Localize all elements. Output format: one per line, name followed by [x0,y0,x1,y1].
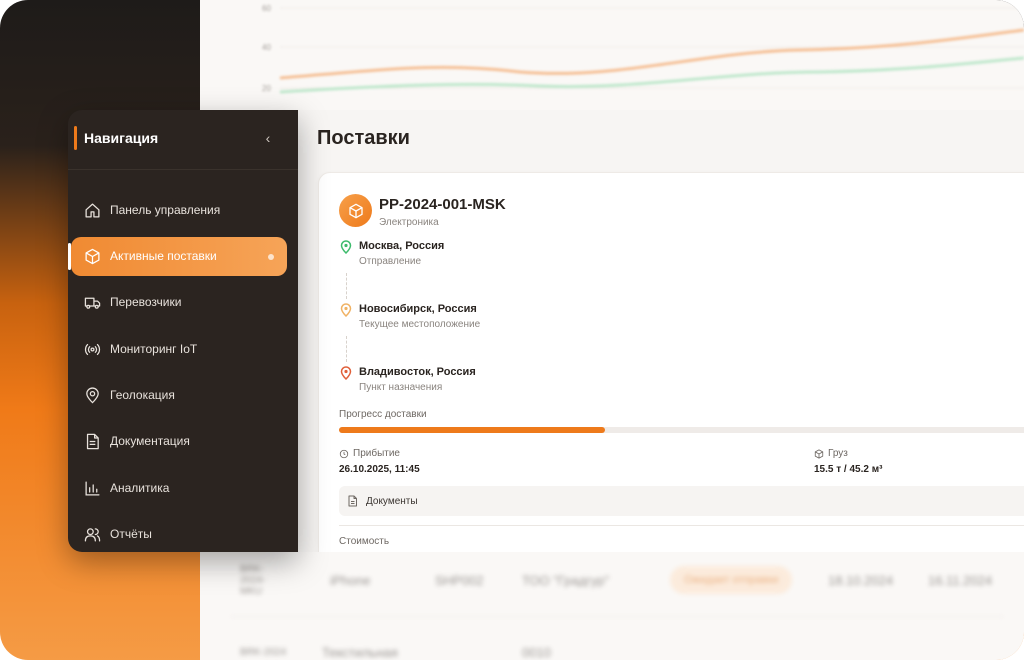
row-divider [230,616,1004,617]
chart-tick: 20 [262,84,271,93]
package-icon [85,248,100,265]
cell-company: ТОО "Градгур" [522,572,610,588]
cell-id: BRK-2024 [240,646,287,658]
route-connector [346,336,347,362]
active-dot [268,254,274,260]
sidebar: Навигация ‹ Панель управления Активные п… [68,110,298,552]
cell-code: SHP002 [435,572,484,588]
screenshot-frame: 60 40 20 BRK-2024-MKU iPhone SHP002 ТОО … [0,0,1024,660]
progress-label: Прогресс доставки [339,409,427,420]
chevron-left-icon[interactable]: ‹ [260,128,276,148]
background-chart: 60 40 20 [262,4,1024,94]
sidebar-item-analytics[interactable]: Аналитика [71,469,287,508]
sidebar-item-label: Отчёты [110,527,152,541]
shipment-id: PP-2024-001-MSK [379,196,506,213]
sidebar-header: Навигация ‹ [68,110,298,170]
chart-tick: 40 [262,43,271,52]
map-pin-icon [340,366,352,380]
arrival-label-text: Прибытие [353,448,400,459]
route-destination-city: Владивосток, Россия [359,366,476,378]
map-pin-icon [86,387,99,404]
sidebar-item-geolocation[interactable]: Геолокация [71,376,287,415]
cell-id: BRK-2024-MKU [240,563,266,597]
sidebar-item-reports[interactable]: Отчёты [71,515,287,552]
arrival-value: 26.10.2025, 11:45 [339,464,420,475]
route-connector [346,273,347,299]
sidebar-accent [74,126,77,150]
cell-type: iPhone [330,572,371,588]
map-pin-icon [340,303,352,317]
status-badge: Ожидает отправки [670,566,793,594]
chart-tick: 60 [262,4,271,13]
sidebar-item-iot-monitoring[interactable]: Мониторинг IoT [71,330,287,369]
cargo-label: Груз [814,448,848,459]
sidebar-item-dashboard[interactable]: Панель управления [71,191,287,230]
sidebar-item-label: Панель управления [110,203,221,217]
sidebar-item-label: Аналитика [110,481,170,495]
document-icon [86,433,99,450]
box-icon [814,448,824,459]
cell-type: Текстильная [322,644,398,660]
bar-chart-icon [85,481,100,496]
route-origin-city: Москва, Россия [359,240,445,252]
chart-series-orange [279,28,1024,80]
table-row: BRK-2024 Текстильная 0010 [230,622,1024,660]
radio-signal-icon [84,343,101,356]
active-indicator [68,243,71,270]
background-table: BRK-2024-MKU iPhone SHP002 ТОО "Градгур"… [200,550,1024,660]
shipment-card[interactable]: PP-2024-001-MSK Электроника Москва, Росс… [318,172,1024,552]
package-icon [339,194,372,227]
route-current-note: Текущее местоположение [359,319,481,330]
route-origin-note: Отправление [359,256,422,267]
home-icon [85,203,100,218]
map-pin-icon [340,240,352,254]
cell-code: 0010 [522,644,551,660]
shipment-category: Электроника [379,217,439,228]
users-icon [84,528,101,542]
cargo-label-text: Груз [828,448,848,459]
clock-icon [339,449,349,458]
cargo-value: 15.5 т / 45.2 м³ [814,464,883,475]
cell-date: 18.10.2024 [828,572,894,588]
chart-series-green [279,56,1024,94]
arrival-label: Прибытие [339,448,400,459]
sidebar-item-label: Перевозчики [110,295,182,309]
sidebar-item-active-shipments[interactable]: Активные поставки [68,237,287,276]
main-content: Поставки PP-2024-001-MSK Электроника Мос… [298,110,1024,552]
document-icon [348,495,357,507]
documents-label: Документы [366,495,418,507]
documents-button[interactable]: Документы [339,486,1024,516]
cost-label: Стоимость [339,536,390,547]
divider [339,525,1024,526]
progress-bar [339,427,1024,433]
truck-icon [84,297,101,309]
sidebar-item-documentation[interactable]: Документация [71,422,287,461]
sidebar-title: Навигация [84,130,159,146]
table-row: BRK-2024-MKU iPhone SHP002 ТОО "Градгур"… [230,550,1024,610]
route-destination-note: Пункт назначения [359,382,443,393]
sidebar-item-label: Мониторинг IoT [110,342,198,356]
route-current-city: Новосибирск, Россия [359,303,477,315]
cell-date: 16.11.2024 [928,572,993,588]
sidebar-item-label: Активные поставки [110,249,217,263]
sidebar-item-label: Документация [110,434,190,448]
sidebar-item-carriers[interactable]: Перевозчики [71,283,287,322]
sidebar-item-label: Геолокация [110,388,175,402]
progress-fill [339,427,605,433]
page-title: Поставки [317,127,410,149]
